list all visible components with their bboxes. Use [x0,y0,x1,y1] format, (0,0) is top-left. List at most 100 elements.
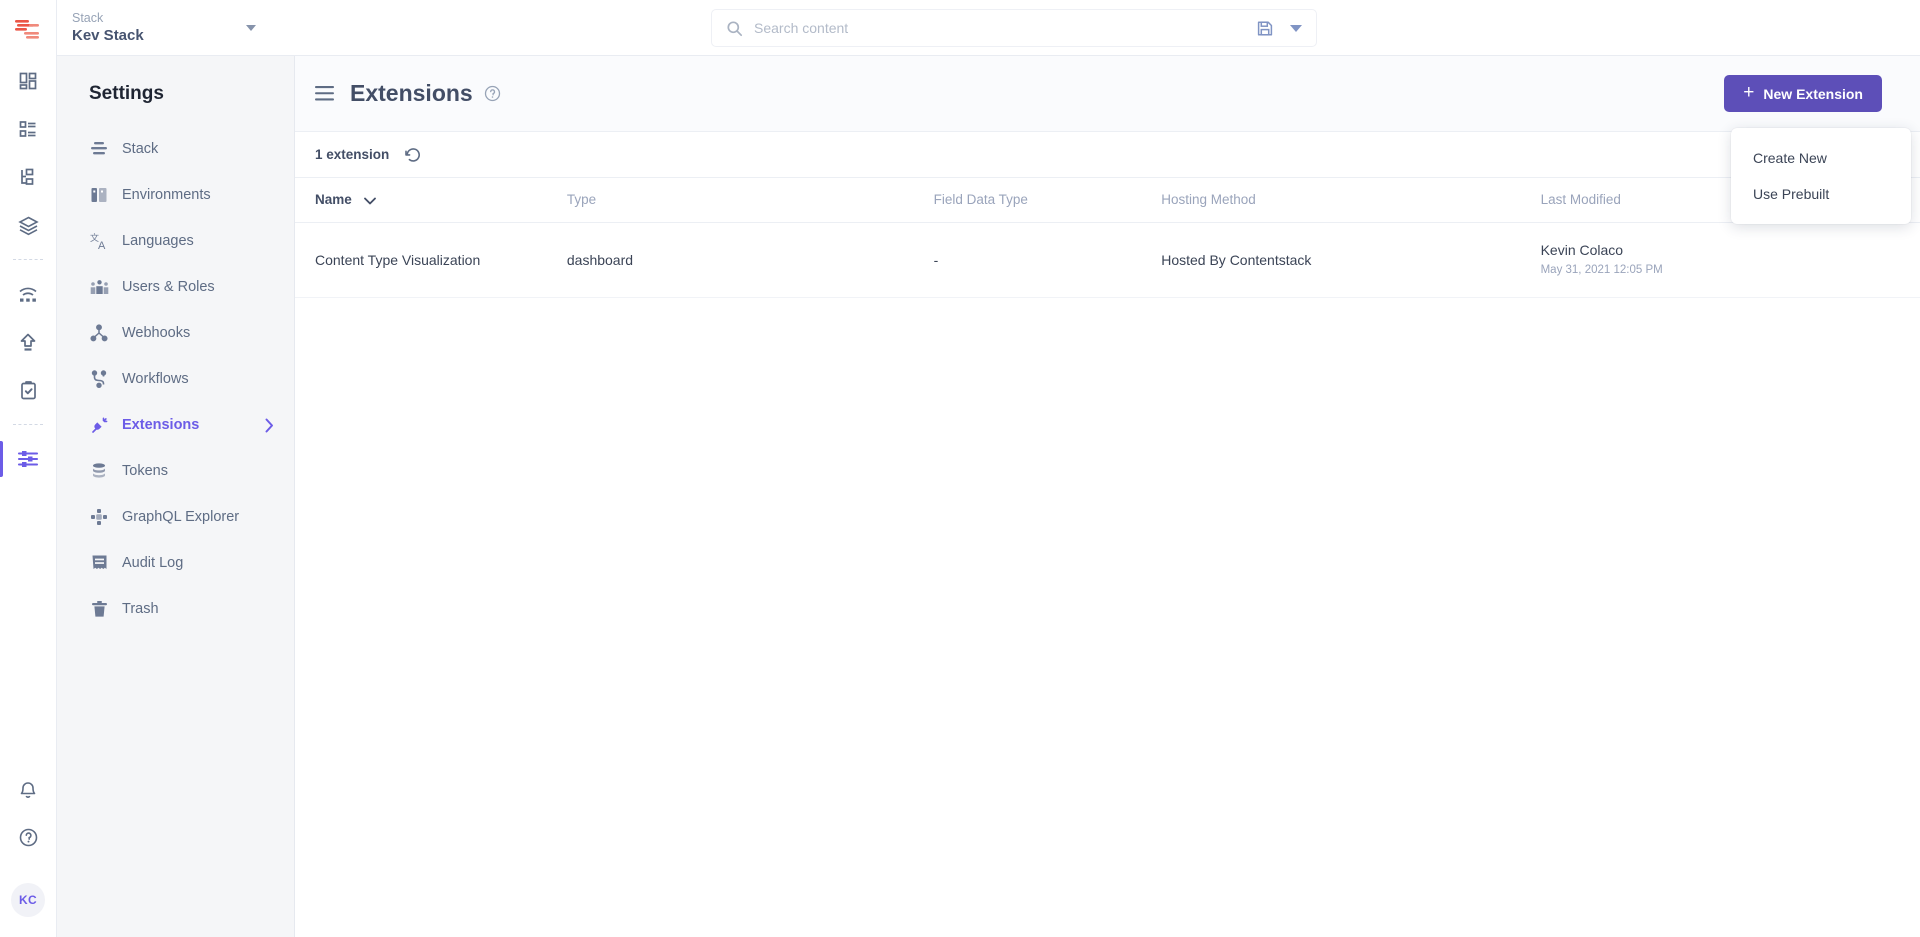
sidebar-item-label: Users & Roles [122,279,215,295]
column-header-name[interactable]: Name [295,178,567,223]
dashboard-grid-icon [18,71,38,91]
left-rail: KC [0,0,57,937]
hierarchy-icon [18,167,38,187]
sidebar-item-label: Tokens [122,463,168,479]
settings-nav: Stack Environments 文A Languages Users & … [57,126,294,632]
column-header-name-label: Name [315,192,352,208]
stack-lines-icon [89,139,109,159]
search-tools [1257,20,1302,37]
modified-at: May 31, 2021 12:05 PM [1540,263,1663,276]
extension-count: 1 extension [315,147,390,162]
rail-item-help[interactable] [0,813,57,861]
tokens-database-icon [89,461,109,481]
wifi-signal-icon [17,284,39,304]
rail-item-entries[interactable] [0,153,57,201]
rail-item-content-types[interactable] [0,105,57,153]
stack-selector[interactable]: Stack Kev Stack [72,10,262,45]
refresh-reset-icon[interactable] [405,147,421,163]
sidebar-item-label: Languages [122,233,194,249]
main-content: Extensions + New Extension 1 extension N… [295,56,1920,937]
extensions-plug-icon [89,415,109,435]
table-body: Content Type Visualization dashboard - H… [295,222,1920,298]
clipboard-check-icon [19,380,38,401]
chevron-right-icon [265,418,274,433]
cell-type: dashboard [566,222,934,298]
sidebar-item-label: Webhooks [122,325,191,341]
stack-selector-text: Stack Kev Stack [72,10,144,45]
menu-item-create-new[interactable]: Create New [1731,140,1911,176]
sidebar-item-stack[interactable]: Stack [57,126,294,172]
top-bar: Stack Kev Stack [57,0,1920,56]
new-extension-button[interactable]: + New Extension [1724,75,1882,112]
cell-name: Content Type Visualization [295,222,567,298]
rail-nav [0,57,56,483]
extensions-table: Name Type Field Data Type Hosting Method… [295,178,1920,298]
sidebar-item-trash[interactable]: Trash [57,586,294,632]
environments-icon [89,185,109,205]
sidebar-item-users-roles[interactable]: Users & Roles [57,264,294,310]
table-header-row: Name Type Field Data Type Hosting Method… [295,178,1920,223]
menu-item-use-prebuilt[interactable]: Use Prebuilt [1731,176,1911,212]
question-circle-icon [18,827,39,848]
webhooks-icon [89,323,109,343]
cell-last-modified: Kevin Colaco May 31, 2021 12:05 PM [1540,222,1920,298]
graphql-icon [89,507,109,527]
sidebar-item-label: Stack [122,141,159,157]
sidebar-item-tokens[interactable]: Tokens [57,448,294,494]
rail-item-dashboard[interactable] [0,57,57,105]
rail-item-assets[interactable] [0,201,57,249]
sidebar-item-languages[interactable]: 文A Languages [57,218,294,264]
sidebar-item-environments[interactable]: Environments [57,172,294,218]
sidebar-item-workflows[interactable]: Workflows [57,356,294,402]
languages-icon: 文A [89,231,109,251]
sidebar-item-label: Environments [122,187,211,203]
sidebar-item-audit-log[interactable]: Audit Log [57,540,294,586]
plus-icon: + [1743,82,1755,103]
rail-item-notifications[interactable] [0,765,57,813]
avatar[interactable]: KC [11,883,45,917]
list-toolbar: 1 extension [295,132,1920,178]
audit-log-icon [89,553,109,573]
search-bar[interactable] [711,9,1317,47]
app-root: KC Stack Kev Stack Search content Settin… [0,0,1920,937]
sliders-icon [17,449,39,469]
content-list-icon [18,119,38,139]
sidebar-item-webhooks[interactable]: Webhooks [57,310,294,356]
new-extension-button-label: New Extension [1763,85,1863,102]
settings-panel: Settings Stack Environments 文 A Language… [57,56,295,937]
search-input[interactable] [754,20,1257,36]
rail-bottom: KC [0,765,57,937]
rail-item-settings[interactable] [0,435,57,483]
chevron-down-icon [363,197,376,205]
users-icon [89,277,109,297]
rail-item-publish-queue[interactable] [0,270,57,318]
new-extension-dropdown: Create New Use Prebuilt [1731,128,1911,224]
settings-panel-title: Settings [89,83,164,104]
contentstack-logo[interactable] [0,0,57,57]
search-icon [726,20,743,37]
help-circle-icon[interactable] [484,85,501,102]
save-icon[interactable] [1257,20,1273,37]
modified-by: Kevin Colaco [1540,241,1624,258]
svg-text:A: A [98,240,106,251]
cell-hosting-method: Hosted By Contentstack [1161,222,1541,298]
sidebar-item-extensions[interactable]: Extensions [57,402,294,448]
trash-icon [89,599,109,619]
layers-icon [17,215,39,236]
rail-item-audit[interactable] [0,366,57,414]
sidebar-item-graphql-explorer[interactable]: GraphQL Explorer [57,494,294,540]
column-header-field-data-type[interactable]: Field Data Type [933,178,1162,223]
column-header-type[interactable]: Type [566,178,934,223]
stack-name: Kev Stack [72,27,144,44]
search-chevron-down-icon[interactable] [1290,24,1302,32]
stack-label: Stack [72,11,104,25]
sidebar-item-label: Trash [122,601,159,617]
rail-divider-2 [13,424,43,425]
column-header-hosting-method[interactable]: Hosting Method [1161,178,1541,223]
table-row[interactable]: Content Type Visualization dashboard - H… [295,222,1920,298]
table-head: Name Type Field Data Type Hosting Method… [295,178,1920,223]
sidebar-item-label: Workflows [122,371,189,387]
hamburger-menu-icon[interactable] [315,86,334,101]
rail-item-releases[interactable] [0,318,57,366]
workflows-icon [89,369,109,389]
